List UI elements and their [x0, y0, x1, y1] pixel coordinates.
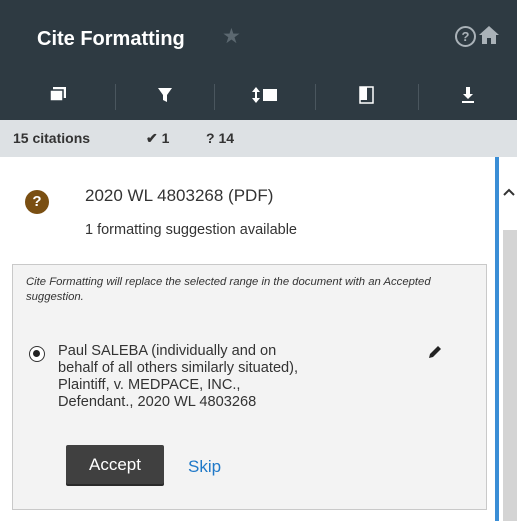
chevron-up-icon[interactable]	[502, 186, 516, 200]
accept-button[interactable]: Accept	[66, 445, 164, 484]
skip-link[interactable]: Skip	[188, 457, 221, 477]
scrollbar[interactable]	[503, 230, 517, 521]
cite-formatting-panel: Cite Formatting ★ ? 15 citations ✔ 1 ? 1…	[0, 0, 517, 521]
suggestion-count: 1 formatting suggestion available	[85, 222, 297, 238]
accepted-count[interactable]: ✔ 1	[146, 130, 169, 147]
download-icon[interactable]	[419, 70, 517, 120]
suggestion-text[interactable]: Paul SALEBA (individually and on behalf …	[58, 343, 388, 411]
suggestion-line: behalf of all others similarly situated)…	[58, 360, 299, 376]
suggestion-radio[interactable]	[29, 346, 45, 362]
document-pane-icon[interactable]	[316, 70, 418, 120]
citation-count: 15 citations	[13, 130, 91, 146]
suggestion-line: Defendant., 2020 WL 4803268	[58, 394, 257, 410]
panel-title: Cite Formatting	[37, 28, 185, 50]
citation-status-bar: 15 citations ✔ 1 ? 14	[0, 120, 517, 157]
suggestion-line: Paul SALEBA (individually and on	[58, 343, 277, 359]
sort-icon[interactable]	[215, 70, 315, 120]
replace-note: Cite Formatting will replace the selecte…	[26, 276, 431, 303]
suggestion-line: Plaintiff, v. MEDPACE, INC.,	[58, 377, 241, 393]
toolbar	[0, 70, 517, 120]
pencil-edit-icon[interactable]	[428, 345, 442, 359]
home-icon[interactable]	[478, 22, 500, 48]
pending-count[interactable]: ? 14	[206, 130, 234, 146]
star-icon[interactable]: ★	[222, 24, 241, 49]
panel-header: Cite Formatting ★ ?	[0, 0, 517, 70]
help-circle-icon[interactable]: ?	[455, 26, 476, 47]
filter-icon[interactable]	[116, 70, 214, 120]
citation-title[interactable]: 2020 WL 4803268 (PDF)	[85, 186, 273, 206]
unresolved-badge-icon: ?	[25, 190, 49, 214]
copy-stack-icon[interactable]	[0, 70, 115, 120]
